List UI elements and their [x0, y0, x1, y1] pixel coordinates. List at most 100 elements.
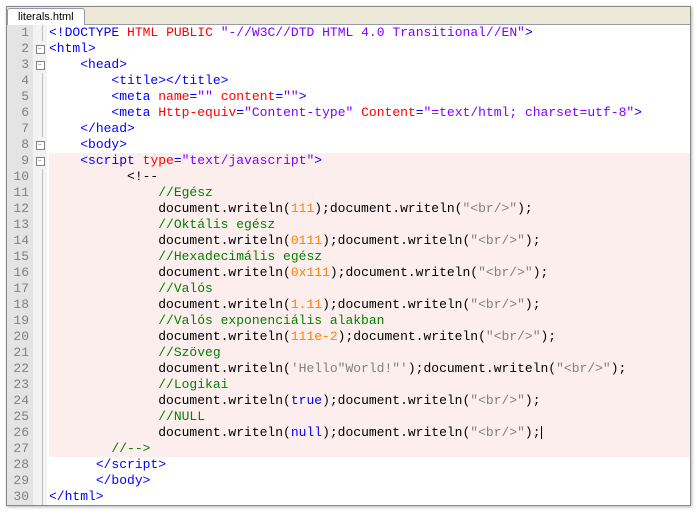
- line-number: 6: [9, 105, 29, 121]
- fold-marker: [33, 249, 47, 265]
- line-number: 19: [9, 313, 29, 329]
- line-number: 21: [9, 345, 29, 361]
- fold-marker[interactable]: -: [33, 137, 47, 153]
- fold-marker: [33, 169, 47, 185]
- code-line[interactable]: //Oktális egész: [49, 217, 690, 233]
- fold-collapse-icon[interactable]: -: [36, 45, 45, 54]
- token: );document.writeln(: [314, 201, 462, 216]
- token: [213, 25, 221, 40]
- token: document.writeln(: [158, 265, 291, 280]
- code-line[interactable]: </head>: [49, 121, 690, 137]
- token: content: [221, 89, 276, 104]
- fold-marker: [33, 281, 47, 297]
- code-line[interactable]: <title></title>: [49, 73, 690, 89]
- token: document.writeln(: [158, 361, 291, 376]
- token: document.writeln(: [158, 297, 291, 312]
- code-editor[interactable]: 1234567891011121314151617181920212223242…: [7, 25, 690, 505]
- code-line[interactable]: document.writeln(111);document.writeln("…: [49, 201, 690, 217]
- fold-marker: [33, 73, 47, 89]
- token: >: [299, 89, 307, 104]
- fold-marker[interactable]: -: [33, 41, 47, 57]
- token: //Hexadecimális egész: [158, 249, 322, 264]
- code-line[interactable]: </script>: [49, 457, 690, 473]
- code-line[interactable]: <body>: [49, 137, 690, 153]
- code-line[interactable]: document.writeln(null);document.writeln(…: [49, 425, 690, 441]
- line-number: 10: [9, 169, 29, 185]
- code-line[interactable]: //Logikai: [49, 377, 690, 393]
- token: );document.writeln(: [322, 297, 470, 312]
- code-line[interactable]: document.writeln(true);document.writeln(…: [49, 393, 690, 409]
- fold-marker: [33, 25, 47, 41]
- fold-marker: [33, 217, 47, 233]
- token: <html>: [49, 41, 96, 56]
- code-line[interactable]: <meta Http-equiv="Content-type" Content=…: [49, 105, 690, 121]
- token: "Content-type": [244, 105, 353, 120]
- code-line[interactable]: //Valós: [49, 281, 690, 297]
- editor-frame: literals.html 12345678910111213141516171…: [6, 6, 691, 506]
- fold-marker: [33, 345, 47, 361]
- token: <body>: [80, 137, 127, 152]
- code-line[interactable]: <head>: [49, 57, 690, 73]
- code-line[interactable]: //-->: [49, 441, 690, 457]
- token: );document.writeln(: [338, 329, 486, 344]
- line-number: 13: [9, 217, 29, 233]
- token: );document.writeln(: [322, 233, 470, 248]
- line-number: 23: [9, 377, 29, 393]
- code-line[interactable]: //Egész: [49, 185, 690, 201]
- fold-collapse-icon[interactable]: -: [36, 141, 45, 150]
- code-line[interactable]: document.writeln(1.11);document.writeln(…: [49, 297, 690, 313]
- line-number: 15: [9, 249, 29, 265]
- line-number: 26: [9, 425, 29, 441]
- token: <!--: [127, 169, 158, 184]
- fold-collapse-icon[interactable]: -: [36, 61, 45, 70]
- token: "<br/>": [470, 233, 525, 248]
- token: );: [611, 361, 627, 376]
- token: "": [283, 89, 299, 104]
- token: 0111: [291, 233, 322, 248]
- line-number: 5: [9, 89, 29, 105]
- code-line[interactable]: <html>: [49, 41, 690, 57]
- token: 0x111: [291, 265, 330, 280]
- token: );: [541, 329, 557, 344]
- token: "text/javascript": [182, 153, 315, 168]
- fold-marker: [33, 265, 47, 281]
- token: "<br/>": [478, 265, 533, 280]
- token: //Logikai: [158, 377, 228, 392]
- code-line[interactable]: <!DOCTYPE HTML PUBLIC "-//W3C//DTD HTML …: [49, 25, 690, 41]
- token: </script: [96, 457, 158, 472]
- code-line[interactable]: document.writeln('Hello"World!"');docume…: [49, 361, 690, 377]
- fold-gutter[interactable]: - - - -: [33, 25, 47, 505]
- code-line[interactable]: //Hexadecimális egész: [49, 249, 690, 265]
- fold-marker: [33, 473, 47, 489]
- fold-marker[interactable]: -: [33, 57, 47, 73]
- code-line[interactable]: //NULL: [49, 409, 690, 425]
- code-line[interactable]: //Valós exponenciális alakban: [49, 313, 690, 329]
- line-number: 14: [9, 233, 29, 249]
- token: );document.writeln(: [408, 361, 556, 376]
- file-tab[interactable]: literals.html: [7, 8, 85, 25]
- fold-marker: [33, 361, 47, 377]
- code-line[interactable]: <meta name="" content="">: [49, 89, 690, 105]
- code-line[interactable]: <!--: [49, 169, 690, 185]
- token: [135, 153, 143, 168]
- code-line[interactable]: //Szöveg: [49, 345, 690, 361]
- fold-marker[interactable]: -: [33, 153, 47, 169]
- code-line[interactable]: </body>: [49, 473, 690, 489]
- code-line[interactable]: document.writeln(0111);document.writeln(…: [49, 233, 690, 249]
- token: "<br/>": [462, 201, 517, 216]
- token: </body>: [96, 473, 151, 488]
- token: >: [314, 153, 322, 168]
- line-number: 30: [9, 489, 29, 505]
- code-line[interactable]: </html>: [49, 489, 690, 505]
- token: <title></title>: [111, 73, 228, 88]
- code-line[interactable]: document.writeln(0x111);document.writeln…: [49, 265, 690, 281]
- code-line[interactable]: document.writeln(111e-2);document.writel…: [49, 329, 690, 345]
- code-line[interactable]: <script type="text/javascript">: [49, 153, 690, 169]
- token: null: [291, 425, 322, 440]
- token: <!DOCTYPE: [49, 25, 119, 40]
- fold-collapse-icon[interactable]: -: [36, 157, 45, 166]
- token: =: [275, 89, 283, 104]
- token: type: [143, 153, 174, 168]
- code-area[interactable]: <!DOCTYPE HTML PUBLIC "-//W3C//DTD HTML …: [47, 25, 690, 505]
- token: );: [533, 265, 549, 280]
